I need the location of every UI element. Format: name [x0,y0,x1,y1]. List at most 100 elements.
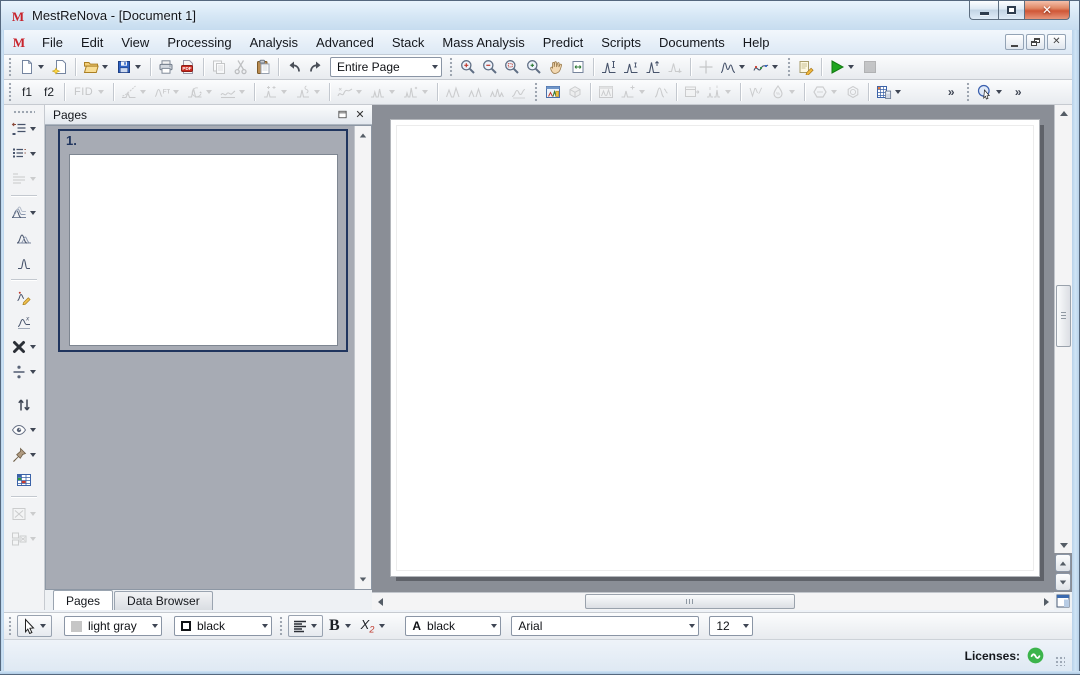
scroll-right-button[interactable] [1038,593,1054,610]
dropdown-arrow-icon[interactable] [344,624,351,628]
font-family-combo[interactable]: Arial [511,616,700,636]
menu-mass-analysis[interactable]: Mass Analysis [433,32,533,53]
mdi-restore-button[interactable] [1026,34,1045,50]
next-page-button[interactable] [1055,573,1071,591]
undo-button[interactable] [284,56,304,78]
run-script-button[interactable] [827,56,858,78]
menu-view[interactable]: View [112,32,158,53]
window-close-button[interactable]: ✕ [1025,1,1070,20]
toolbar-overflow-button[interactable]: » [941,81,961,103]
dropdown-arrow-icon[interactable] [206,90,213,94]
stack-table-button[interactable] [14,469,34,491]
vertical-scrollbar[interactable] [1054,105,1072,553]
alignment-button[interactable] [288,615,323,637]
chevron-down-icon[interactable] [491,624,498,628]
panel-float-button[interactable] [334,107,350,122]
dropdown-arrow-icon[interactable] [29,176,36,181]
dropdown-arrow-icon[interactable] [389,90,396,94]
page-thumbnail-selected[interactable]: 1. [58,129,348,352]
dropdown-arrow-icon[interactable] [848,65,854,69]
font-color-combo[interactable]: Ablack [405,616,502,636]
bold-button[interactable]: B [325,615,355,637]
menu-documents[interactable]: Documents [650,32,734,53]
print-button[interactable] [156,56,176,78]
parameters-report-button[interactable] [9,118,40,140]
line-color-combo[interactable]: black [174,616,272,636]
window-minimize-button[interactable] [969,1,998,20]
chevron-down-icon[interactable] [432,65,438,69]
f2-button[interactable]: f2 [39,81,59,103]
menu-advanced[interactable]: Advanced [307,32,383,53]
dropdown-arrow-icon[interactable] [29,151,36,156]
dropdown-arrow-icon[interactable] [311,624,317,628]
scroll-up-button[interactable] [1055,105,1072,121]
dropdown-arrow-icon[interactable] [314,90,321,94]
export-pdf-button[interactable]: PDF [178,56,198,78]
menu-help[interactable]: Help [734,32,779,53]
assignments-list-button[interactable] [9,143,40,165]
save-button[interactable] [114,56,145,78]
delete-spectrum-button[interactable] [9,336,40,358]
dropdown-arrow-icon[interactable] [772,65,778,69]
scroll-left-button[interactable] [372,593,388,610]
redo-button[interactable] [306,56,326,78]
panel-close-button[interactable]: ✕ [352,107,368,122]
new-page-button[interactable] [50,56,70,78]
dropdown-arrow-icon[interactable] [140,90,147,94]
scroll-down-icon[interactable] [355,572,371,587]
vertical-scroll-thumb[interactable] [1056,285,1071,347]
chevron-down-icon[interactable] [743,624,750,628]
script-editor-button[interactable] [796,56,816,78]
dropdown-arrow-icon[interactable] [29,511,36,516]
expand-vertical-scale-button[interactable] [599,56,619,78]
horizontal-scroll-thumb[interactable] [585,594,795,609]
menu-predict[interactable]: Predict [534,32,592,53]
menu-analysis[interactable]: Analysis [241,32,307,53]
dropdown-arrow-icon[interactable] [29,210,36,215]
scroll-down-button[interactable] [1055,537,1072,553]
pan-button[interactable] [546,56,566,78]
menu-processing[interactable]: Processing [158,32,240,53]
reorder-spectra-button[interactable] [14,394,34,416]
zoom-in-button[interactable] [458,56,478,78]
toolbar-overflow-2-button[interactable]: » [1008,81,1028,103]
select-page-corner-button[interactable] [1054,592,1072,610]
document-page[interactable] [390,119,1040,577]
new-document-button[interactable] [17,56,48,78]
processing-dialog-button[interactable] [543,81,563,103]
selection-pointer-button[interactable] [17,615,52,637]
dropdown-arrow-icon[interactable] [831,90,838,94]
shrink-vertical-scale-button[interactable] [621,56,641,78]
resize-grip[interactable] [1055,656,1065,666]
extract-spectra-button[interactable]: x [14,311,34,333]
dropdown-arrow-icon[interactable] [356,90,363,94]
dropdown-arrow-icon[interactable] [98,90,105,94]
increase-intensity-button[interactable] [643,56,663,78]
zoom-selection-button[interactable] [502,56,522,78]
dropdown-arrow-icon[interactable] [379,624,386,628]
subscript-button[interactable]: X2 [357,615,390,637]
dropdown-arrow-icon[interactable] [29,427,36,432]
interactive-zoom-button[interactable] [524,56,544,78]
superimpose-spectra-button[interactable] [14,227,34,249]
separate-spectra-button[interactable] [9,361,40,383]
chevron-down-icon[interactable] [689,624,696,628]
dropdown-arrow-icon[interactable] [29,344,36,349]
license-status-icon[interactable] [1027,647,1044,664]
pointer-mode-button[interactable] [975,81,1006,103]
menu-edit[interactable]: Edit [72,32,112,53]
zoom-out-button[interactable] [480,56,500,78]
dropdown-arrow-icon[interactable] [239,90,246,94]
pin-spectrum-button[interactable] [9,444,40,466]
dropdown-arrow-icon[interactable] [789,90,796,94]
open-button[interactable] [81,56,112,78]
dropdown-arrow-icon[interactable] [725,90,732,94]
page-thumbnail-preview[interactable] [69,154,338,346]
dropdown-arrow-icon[interactable] [281,90,288,94]
menu-stack[interactable]: Stack [383,32,434,53]
window-maximize-button[interactable] [998,1,1025,20]
tab-pages[interactable]: Pages [53,590,114,610]
previous-page-button[interactable] [1055,554,1071,572]
mdi-minimize-button[interactable] [1005,34,1024,50]
multiplet-analysis-mode-button[interactable] [718,56,749,78]
